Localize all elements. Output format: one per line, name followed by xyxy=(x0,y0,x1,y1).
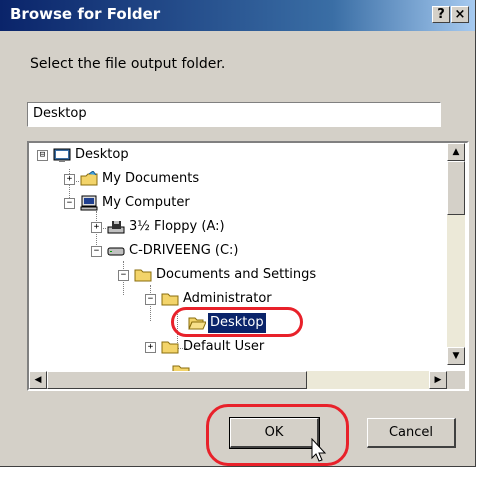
prompt-text: Select the file output folder. xyxy=(30,56,226,72)
close-button[interactable]: × xyxy=(451,6,469,23)
scroll-left-icon[interactable]: ◀ xyxy=(29,371,47,389)
help-button[interactable]: ? xyxy=(432,6,450,23)
folder-icon xyxy=(161,291,179,307)
expand-icon[interactable]: + xyxy=(91,222,102,233)
open-folder-icon xyxy=(188,315,207,331)
mouse-cursor-icon xyxy=(311,437,329,464)
expand-icon[interactable]: + xyxy=(64,174,75,185)
scroll-right-icon[interactable]: ▶ xyxy=(429,371,447,389)
tree-item-label: Default User xyxy=(183,339,265,354)
folder-icon xyxy=(161,339,179,355)
vertical-scroll-thumb[interactable] xyxy=(447,161,465,215)
collapse-icon[interactable]: ⊟ xyxy=(37,150,48,161)
folder-path-field[interactable]: Desktop xyxy=(27,102,441,127)
folder-icon xyxy=(134,267,152,283)
horizontal-scroll-thumb[interactable] xyxy=(47,371,307,389)
scroll-up-icon[interactable]: ▲ xyxy=(447,143,465,161)
tree-item-label: Desktop xyxy=(208,313,266,333)
folder-tree[interactable]: ⊟ Desktop + My Documents − My Computer + xyxy=(27,141,469,391)
collapse-icon[interactable]: − xyxy=(118,270,129,281)
collapse-icon[interactable]: − xyxy=(64,198,75,209)
tree-item-label: My Documents xyxy=(102,171,200,186)
my-documents-icon xyxy=(80,170,98,187)
tree-item-label: Administrator xyxy=(183,291,272,306)
tree-item-label: My Computer xyxy=(102,195,190,210)
dialog-title: Browse for Folder xyxy=(10,5,161,23)
folder-icon xyxy=(172,363,190,371)
title-bar[interactable]: Browse for Folder ? × xyxy=(0,0,475,31)
desktop-icon xyxy=(53,147,71,163)
expand-icon[interactable]: + xyxy=(145,342,156,353)
floppy-drive-icon xyxy=(107,219,125,235)
cancel-button[interactable]: Cancel xyxy=(367,418,456,448)
my-computer-icon xyxy=(80,195,98,211)
scrollbar-corner xyxy=(447,371,465,389)
tree-item-label: 3½ Floppy (A:) xyxy=(129,219,225,234)
browse-for-folder-dialog: Browse for Folder ? × Select the file ou… xyxy=(0,0,476,467)
hard-drive-icon xyxy=(107,243,125,259)
scroll-down-icon[interactable]: ▼ xyxy=(447,347,465,365)
ok-button[interactable]: OK xyxy=(229,417,320,449)
tree-item-label: Documents and Settings xyxy=(156,267,317,282)
tree-item-label: Desktop xyxy=(75,147,129,162)
collapse-icon[interactable]: − xyxy=(91,246,102,257)
tree-item-label: C-DRIVEENG (C:) xyxy=(129,243,239,258)
collapse-icon[interactable]: − xyxy=(145,294,156,305)
